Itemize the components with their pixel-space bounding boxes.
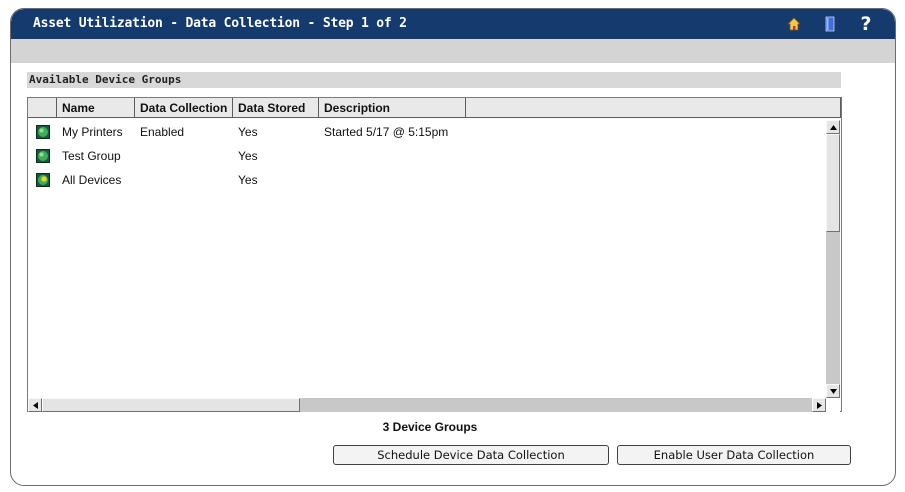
window-title: Asset Utilization - Data Collection - St…: [33, 16, 407, 31]
scroll-down-icon[interactable]: [826, 384, 840, 398]
vertical-scroll-thumb[interactable]: [826, 134, 840, 232]
device-group-count: 3 Device Groups: [382, 420, 478, 434]
section-header: Available Device Groups: [27, 72, 841, 88]
row-data-collection: Enabled: [140, 125, 185, 139]
horizontal-scrollbar[interactable]: [28, 398, 826, 412]
scroll-left-icon[interactable]: [28, 398, 42, 412]
table-body: My Printers Enabled Yes Started 5/17 @ 5…: [28, 120, 825, 192]
row-name: My Printers: [62, 125, 123, 139]
header-icon-column[interactable]: [28, 98, 57, 118]
row-name: Test Group: [62, 149, 121, 163]
toolbar-strip: [11, 39, 895, 63]
header-filler: [466, 98, 841, 118]
row-data-stored: Yes: [238, 125, 258, 139]
group-icon: [28, 149, 57, 163]
group-icon: [28, 125, 57, 139]
vertical-scrollbar[interactable]: [826, 120, 840, 398]
row-data-stored: Yes: [238, 173, 258, 187]
row-name: All Devices: [62, 173, 122, 187]
header-data-stored[interactable]: Data Stored: [233, 98, 319, 118]
help-icon[interactable]: ?: [857, 13, 875, 35]
title-bar: Asset Utilization - Data Collection - St…: [11, 9, 895, 39]
table-row[interactable]: All Devices Yes: [28, 168, 825, 192]
book-icon[interactable]: [821, 15, 839, 33]
title-bar-icons: ?: [785, 13, 875, 35]
horizontal-scroll-thumb[interactable]: [42, 398, 300, 412]
all-devices-icon: [28, 173, 57, 187]
header-description[interactable]: Description: [319, 98, 466, 118]
row-description: Started 5/17 @ 5:15pm: [324, 125, 449, 139]
schedule-device-data-collection-button[interactable]: Schedule Device Data Collection: [333, 445, 609, 465]
device-groups-table: Name Data Collection Data Stored Descrip…: [27, 97, 842, 412]
row-data-stored: Yes: [238, 149, 258, 163]
table-row[interactable]: My Printers Enabled Yes Started 5/17 @ 5…: [28, 120, 825, 144]
table-header: Name Data Collection Data Stored Descrip…: [28, 98, 841, 118]
header-data-collection[interactable]: Data Collection: [135, 98, 233, 118]
table-row[interactable]: Test Group Yes: [28, 144, 825, 168]
scrollbar-corner: [826, 398, 840, 412]
home-icon[interactable]: [785, 15, 803, 33]
scroll-right-icon[interactable]: [812, 398, 826, 412]
help-glyph: ?: [860, 13, 872, 35]
header-name[interactable]: Name: [57, 98, 135, 118]
enable-user-data-collection-button[interactable]: Enable User Data Collection: [617, 445, 851, 465]
scroll-up-icon[interactable]: [826, 120, 840, 134]
